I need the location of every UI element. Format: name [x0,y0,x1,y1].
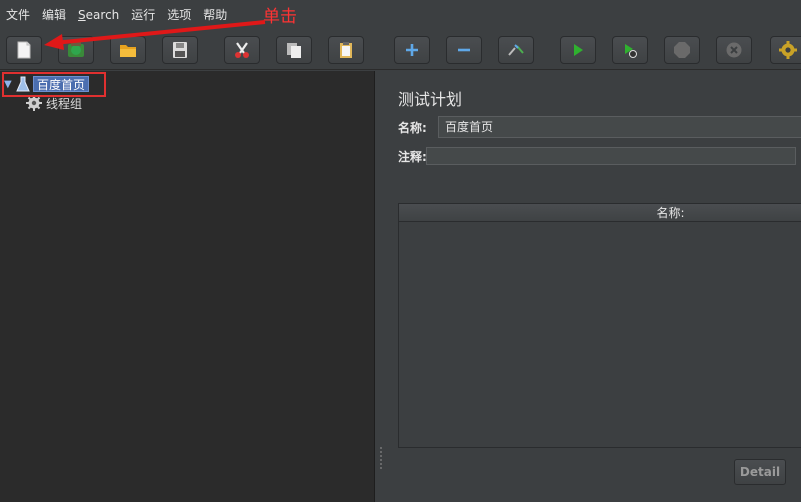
toggle-button[interactable] [498,36,534,64]
new-button[interactable] [6,36,42,64]
tree-node-label: 百度首页 [33,76,90,92]
start-icon [574,44,583,56]
menu-options[interactable]: 选项 [167,0,191,30]
templates-icon [68,42,84,57]
settings-button[interactable] [770,36,801,64]
collapse-button[interactable] [446,36,482,64]
table-header-name[interactable]: 名称: [399,204,801,222]
gear-icon [26,95,42,111]
paste-button[interactable] [328,36,364,64]
test-plan-panel: 测试计划 名称: 百度首页 注释: 名称: Detail [386,71,801,502]
tree-node-thread-group[interactable]: 线程组 [26,94,82,112]
comment-row: 注释: [398,144,796,168]
tree-node-label: 线程组 [46,96,83,111]
stop-button[interactable] [664,36,700,64]
stop-icon [674,42,690,58]
test-plan-icon [16,76,30,92]
collapse-icon [458,48,470,52]
name-input[interactable]: 百度首页 [438,116,801,138]
paste-icon [340,42,352,58]
gear-icon [779,41,797,59]
open-icon [120,45,136,57]
shutdown-icon [726,42,742,58]
copy-icon [287,43,301,58]
menu-file[interactable]: 文件 [6,0,30,30]
open-button[interactable] [110,36,146,64]
splitter-grip[interactable] [379,446,383,470]
new-icon [17,41,31,59]
menu-run[interactable]: 运行 [131,0,155,30]
start-button[interactable] [560,36,596,64]
start-no-pauses-button[interactable] [612,36,648,64]
menu-bar: 文件 编辑 Search 运行 选项 帮助 [0,0,801,30]
tree-node-test-plan[interactable]: ▼ 百度首页 [4,75,90,93]
panel-splitter[interactable] [376,71,386,502]
templates-button[interactable] [58,36,94,64]
toggle-icon [508,44,524,56]
copy-button[interactable] [276,36,312,64]
start-no-pauses-icon [625,44,637,58]
expand-icon [406,44,418,56]
comment-input[interactable] [426,147,796,165]
tree-panel: ▼ 百度首页 线程组 [0,71,375,502]
menu-help[interactable]: 帮助 [203,0,227,30]
variables-table: 名称: [398,203,801,448]
detail-button[interactable]: Detail [734,459,786,485]
name-label: 名称: [398,120,427,135]
panel-title: 测试计划 [398,90,463,109]
expand-button[interactable] [394,36,430,64]
save-icon [173,42,187,58]
menu-search[interactable]: Search [78,0,119,30]
shutdown-button[interactable] [716,36,752,64]
annotation-label: 单击 [263,7,297,27]
cut-button[interactable] [224,36,260,64]
menu-edit[interactable]: 编辑 [42,0,66,30]
cut-icon [235,42,249,58]
collapse-arrow-icon[interactable]: ▼ [4,79,16,90]
toolbar [0,30,801,70]
save-button[interactable] [162,36,198,64]
name-row: 名称: 百度首页 [398,115,801,139]
